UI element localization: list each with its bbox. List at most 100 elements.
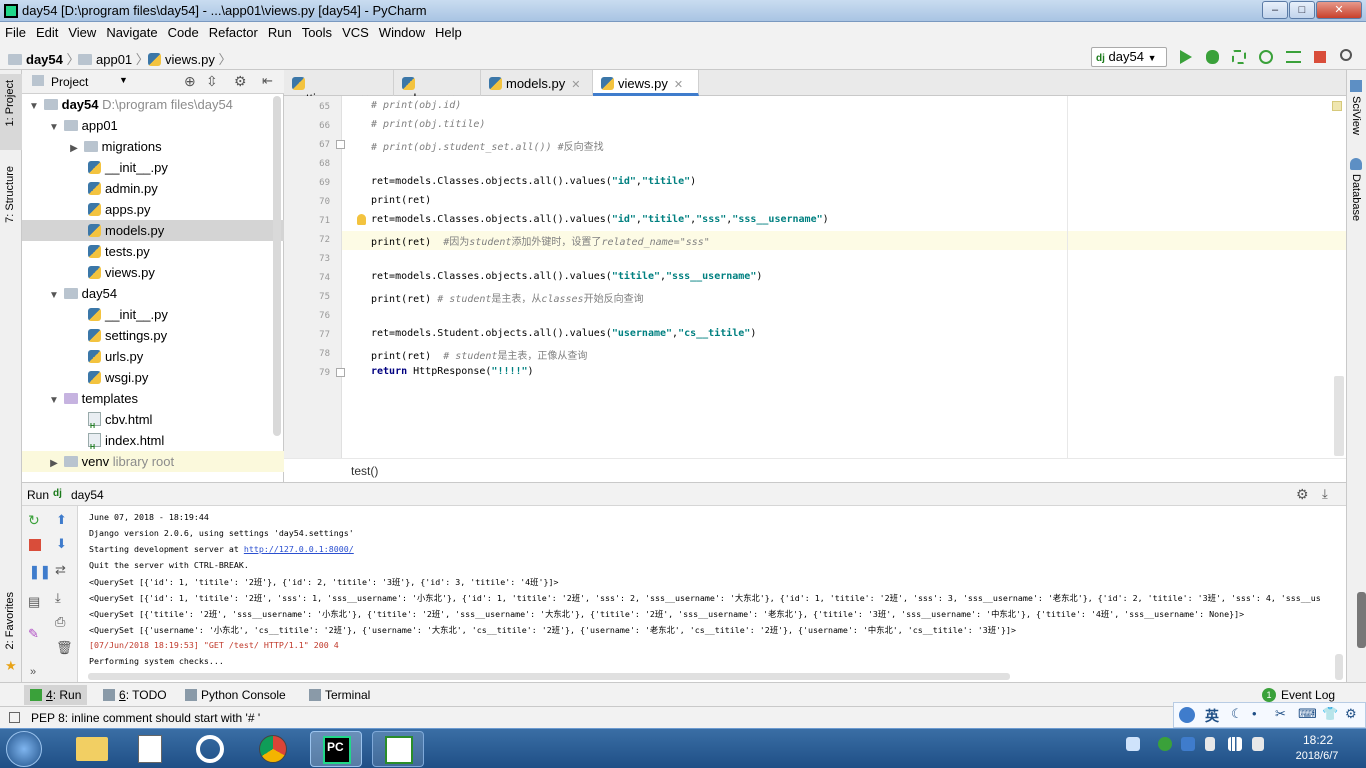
close-button[interactable]: ✕	[1316, 1, 1362, 19]
search-everywhere-icon[interactable]	[1340, 49, 1352, 61]
function-breadcrumb[interactable]: test()	[351, 464, 378, 478]
tray-usb-icon[interactable]	[1205, 737, 1215, 751]
breadcrumb-project[interactable]: day54 〉	[8, 49, 80, 68]
code-editor[interactable]: 65 # print(obj.id) 66 # print(obj.titile) 67…	[284, 96, 1346, 458]
structure-tool-button[interactable]: 7: Structure	[0, 162, 22, 242]
locate-icon[interactable]: ⊕	[184, 73, 196, 90]
bottom-tab-0[interactable]: 4: Run	[24, 685, 88, 705]
start-button[interactable]	[6, 731, 42, 767]
scissors-icon[interactable]: ✂	[1275, 706, 1286, 722]
menu-help[interactable]: Help	[430, 22, 467, 40]
status-toggle-icon[interactable]	[9, 712, 20, 723]
taskbar-baidu[interactable]	[184, 731, 236, 767]
tree-item[interactable]: ▼ templates	[22, 388, 284, 409]
fold-marker-icon[interactable]	[336, 140, 345, 149]
arrow-up-icon[interactable]: ⬆	[56, 512, 72, 527]
bottom-tab-2[interactable]: Python Console	[185, 688, 286, 702]
tree-item[interactable]: ▶ venv library root	[22, 451, 284, 472]
run-config-select[interactable]: dj day54 ▼	[1091, 47, 1167, 67]
project-tool-button[interactable]: 1: Project	[0, 74, 22, 150]
bottom-tab-1[interactable]: 6: TODO	[103, 688, 167, 702]
tree-item[interactable]: wsgi.py	[22, 367, 284, 388]
tree-item[interactable]: ▶ migrations	[22, 136, 284, 157]
console-hscrollbar[interactable]	[88, 673, 1010, 680]
tree-scrollbar[interactable]	[273, 96, 281, 436]
console-vscrollbar[interactable]	[1335, 654, 1343, 680]
moon-icon[interactable]: ☾	[1231, 706, 1243, 722]
tray-volume-icon[interactable]	[1252, 737, 1264, 751]
punctuation-icon[interactable]: •	[1252, 706, 1257, 721]
ime-language-toggle[interactable]: 英	[1205, 706, 1219, 726]
favorites-tool-button[interactable]: 2: Favorites ★	[0, 588, 22, 673]
tray-shield-icon[interactable]	[1181, 737, 1195, 751]
taskbar-editor[interactable]	[372, 731, 424, 767]
chevron-down-icon[interactable]: ▼	[48, 285, 60, 306]
tree-item[interactable]: urls.py	[22, 346, 284, 367]
tree-item[interactable]: views.py	[22, 262, 284, 283]
editor-scrollbar[interactable]	[1334, 376, 1344, 456]
tree-item[interactable]: ▼ day54 D:\program files\day54	[22, 94, 284, 115]
gear-icon[interactable]: ⚙	[1345, 706, 1357, 722]
tree-item[interactable]: __init__.py	[22, 304, 284, 325]
soft-wrap-icon[interactable]: ⇄	[55, 562, 71, 577]
chevron-right-icon[interactable]: ▶	[68, 138, 80, 159]
tree-item[interactable]: apps.py	[22, 199, 284, 220]
chevron-down-icon[interactable]: ▼	[48, 390, 60, 411]
print-icon[interactable]: ⎙	[55, 614, 71, 629]
pause-icon[interactable]: ❚❚	[29, 564, 51, 579]
clock-date[interactable]: 2018/6/7	[1282, 750, 1352, 762]
tab-urls-py[interactable]: urls.py✕	[394, 70, 481, 106]
fold-marker-icon[interactable]	[336, 368, 345, 377]
run-console[interactable]: June 07, 2018 - 18:19:44 Django version 2…	[78, 506, 1346, 682]
arrow-down-icon[interactable]: ⬇	[56, 536, 72, 551]
more-icon[interactable]: »	[30, 666, 46, 680]
inspection-ok-icon[interactable]	[1332, 101, 1342, 111]
breadcrumb-file[interactable]: views.py 〉	[148, 49, 231, 68]
shirt-icon[interactable]: 👕	[1322, 706, 1338, 722]
trash-icon[interactable]: 🗑	[56, 640, 73, 655]
pin-icon[interactable]: ✎	[28, 626, 44, 641]
hide-panel-icon[interactable]: ⤓	[1322, 486, 1328, 502]
gear-icon[interactable]: ⚙	[234, 73, 247, 90]
run-config-tab[interactable]: day54	[71, 488, 104, 502]
clock-time[interactable]: 18:22	[1290, 733, 1346, 747]
tree-item[interactable]: ▼ app01	[22, 115, 284, 136]
tab-models-py[interactable]: models.py ✕	[481, 70, 593, 96]
tree-item[interactable]: cbv.html	[22, 409, 284, 437]
tab-views-py[interactable]: views.py ✕	[593, 70, 699, 96]
menu-vcs[interactable]: VCS	[337, 22, 374, 40]
tree-item[interactable]: tests.py	[22, 241, 284, 262]
chevron-down-icon[interactable]: ▼	[48, 117, 60, 138]
menu-edit[interactable]: Edit	[31, 22, 63, 40]
taskbar-explorer[interactable]	[66, 731, 118, 767]
keyboard-icon[interactable]: ⌨	[1298, 706, 1317, 722]
tray-network-icon[interactable]	[1228, 737, 1242, 751]
menu-navigate[interactable]: Navigate	[101, 22, 162, 40]
bottom-tab-3[interactable]: Terminal	[309, 688, 370, 702]
event-log-button[interactable]: Event Log	[1281, 688, 1335, 702]
breadcrumb-folder[interactable]: app01 〉	[78, 49, 149, 68]
minimize-button[interactable]: –	[1262, 1, 1288, 19]
scroll-to-end-icon[interactable]: ⤓	[55, 590, 71, 605]
tree-item[interactable]: admin.py	[22, 178, 284, 199]
tree-item[interactable]: models.py	[22, 220, 284, 241]
sciview-tool-button[interactable]: SciView	[1350, 96, 1362, 135]
lightbulb-icon[interactable]	[357, 214, 366, 225]
collapse-icon[interactable]: ⇳	[206, 73, 218, 90]
menu-view[interactable]: View	[63, 22, 101, 40]
chevron-down-icon[interactable]: ▼	[119, 75, 128, 85]
project-view-select[interactable]: Project	[51, 75, 88, 89]
run-icon[interactable]	[1180, 50, 1192, 64]
tree-item[interactable]: __init__.py	[22, 157, 284, 178]
tray-sync-icon[interactable]	[1158, 737, 1172, 751]
taskbar-chrome[interactable]	[247, 731, 299, 767]
hide-panel-icon[interactable]: ⇤	[262, 73, 273, 89]
close-icon[interactable]: ✕	[674, 79, 683, 91]
rerun-icon[interactable]: ↻	[28, 512, 44, 528]
menu-window[interactable]: Window	[374, 22, 430, 40]
side-handle[interactable]	[1357, 592, 1366, 648]
tab-settings-py[interactable]: settings.py✕	[284, 70, 394, 106]
maximize-button[interactable]: □	[1289, 1, 1315, 19]
menu-run[interactable]: Run	[263, 22, 297, 40]
tree-item[interactable]: ▼ day54	[22, 283, 284, 304]
